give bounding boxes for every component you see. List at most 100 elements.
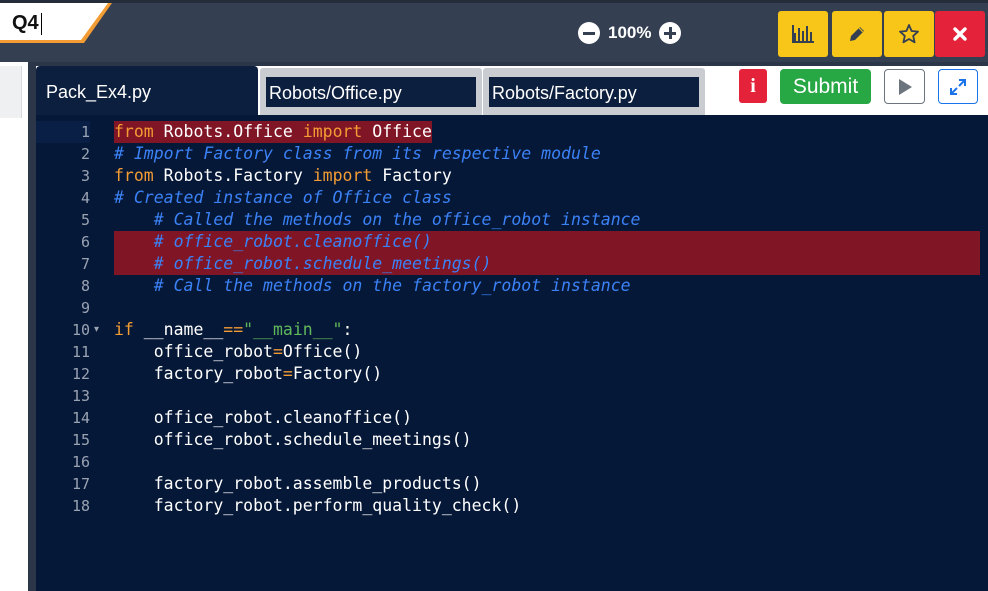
expand-icon [950, 78, 966, 95]
chart-button[interactable] [778, 11, 828, 57]
star-icon [899, 24, 919, 44]
code-line: 10 ▾ if __name__=="__main__": [36, 319, 988, 341]
zoom-out-icon[interactable] [578, 22, 600, 44]
line-number: 17 [71, 475, 90, 493]
code-token: office_robot.cleanoffice() [114, 408, 413, 427]
editor-panel: Pack_Ex4.py Robots/Office.py Robots/Fact… [36, 66, 988, 591]
code-line: 17 factory_robot.assemble_products() [36, 473, 988, 495]
fold-arrow-icon[interactable]: ▾ [94, 319, 99, 341]
code-text: from Robots.Office import Office [114, 121, 432, 143]
left-sidebar-header [0, 66, 22, 118]
code-text: office_robot=Office() [114, 341, 363, 363]
code-line: 1 from Robots.Office import Office [36, 121, 988, 143]
code-token: Robots.Factory [153, 166, 313, 185]
code-token: factory_robot.assemble_products() [114, 474, 482, 493]
line-number: 10 [71, 321, 90, 339]
code-token: # office_robot.schedule_meetings() [114, 254, 492, 273]
tab-label: Robots/Factory.py [492, 83, 637, 103]
code-token: = [282, 364, 293, 383]
favorite-button[interactable] [884, 11, 934, 57]
file-tab-bar: Pack_Ex4.py Robots/Office.py Robots/Fact… [36, 66, 988, 116]
line-number: 6 [80, 233, 90, 251]
code-token: import [312, 166, 373, 185]
tab-pack-ex4[interactable]: Pack_Ex4.py [36, 66, 258, 116]
tab-robots-office[interactable]: Robots/Office.py [260, 68, 482, 116]
question-tab[interactable]: Q4 [0, 3, 112, 43]
bar-chart-icon [792, 25, 814, 43]
code-token: __name__ [133, 320, 224, 339]
info-button[interactable]: i [739, 69, 767, 103]
code-text: # office_robot.cleanoffice() [114, 231, 432, 253]
code-token: # Call the methods on the factory_robot … [114, 276, 631, 295]
code-line: 9 [36, 297, 988, 319]
zoom-in-icon[interactable] [659, 22, 682, 44]
code-line: 2 # Import Factory class from its respect… [36, 143, 988, 165]
zoom-level: 100% [608, 23, 652, 42]
close-button[interactable] [935, 11, 985, 57]
code-token: import [302, 122, 363, 141]
code-token: office_robot [114, 342, 273, 361]
code-text: factory_robot.perform_quality_check() [114, 495, 522, 517]
code-token: # Import Factory class from its respecti… [114, 144, 601, 163]
code-text: # Created instance of Office class [114, 187, 452, 209]
code-token: "__main__" [243, 320, 343, 339]
line-number: 9 [80, 299, 90, 317]
line-number: 4 [80, 189, 90, 207]
code-text: from Robots.Factory import Factory [114, 165, 452, 187]
code-text: factory_robot=Factory() [114, 363, 383, 385]
code-editor[interactable]: 1 from Robots.Office import Office 2 # Impo… [36, 115, 988, 591]
code-line: 8 # Call the methods on the factory_robo… [36, 275, 988, 297]
text-cursor [41, 13, 42, 35]
code-token: from [114, 166, 154, 185]
tab-inner: Robots/Factory.py [489, 77, 699, 107]
code-text: office_robot.schedule_meetings() [114, 429, 472, 451]
fullscreen-button[interactable] [938, 69, 978, 104]
code-line: 6 # office_robot.cleanoffice() [36, 231, 988, 253]
line-number: 18 [71, 497, 90, 515]
line-number: 15 [71, 431, 90, 449]
code-token: = [272, 342, 283, 361]
line-number: 14 [71, 409, 90, 427]
tab-inner: Robots/Office.py [266, 77, 476, 107]
zoom-control: 100% [578, 21, 682, 45]
code-line: 4 # Created instance of Office class [36, 187, 988, 209]
tab-label: Robots/Office.py [269, 83, 402, 103]
code-text: factory_robot.assemble_products() [114, 473, 482, 495]
run-button[interactable] [884, 69, 925, 104]
code-text: # Called the methods on the office_robot… [114, 209, 641, 231]
tab-robots-factory[interactable]: Robots/Factory.py [483, 68, 705, 116]
submit-button[interactable]: Submit [780, 69, 871, 104]
code-line: 11 office_robot=Office() [36, 341, 988, 363]
code-line: 3 from Robots.Factory import Factory [36, 165, 988, 187]
code-text: # Call the methods on the factory_robot … [114, 275, 631, 297]
code-line: 5 # Called the methods on the office_rob… [36, 209, 988, 231]
line-number: 16 [71, 453, 90, 471]
line-number: 12 [71, 365, 90, 383]
code-line: 12 factory_robot=Factory() [36, 363, 988, 385]
pencil-icon [850, 27, 864, 41]
code-token: from [114, 122, 154, 141]
code-token: office_robot.schedule_meetings() [114, 430, 472, 449]
code-token: # Called the methods on the office_robot… [114, 210, 641, 229]
line-number: 7 [80, 255, 90, 273]
code-token: Factory [372, 166, 452, 185]
code-line: 16 [36, 451, 988, 473]
top-bar: Q4 100% [0, 0, 988, 62]
line-number: 1 [36, 121, 90, 143]
code-line: 7 # office_robot.schedule_meetings() [36, 253, 988, 275]
code-token: == [223, 320, 244, 339]
code-line: 13 [36, 385, 988, 407]
code-token: if [114, 320, 134, 339]
close-icon [953, 27, 967, 41]
line-number: 11 [71, 343, 90, 361]
line-number: 5 [80, 211, 90, 229]
code-text: office_robot.cleanoffice() [114, 407, 412, 429]
line-number: 2 [80, 145, 90, 163]
edit-button[interactable] [832, 11, 882, 57]
code-line: 14 office_robot.cleanoffice() [36, 407, 988, 429]
code-text: if __name__=="__main__": [114, 319, 352, 341]
code-line: 18 factory_robot.perform_quality_check() [36, 495, 988, 517]
code-token: factory_robot [114, 364, 283, 383]
line-number: 8 [80, 277, 90, 295]
question-label: Q4 [12, 12, 39, 34]
